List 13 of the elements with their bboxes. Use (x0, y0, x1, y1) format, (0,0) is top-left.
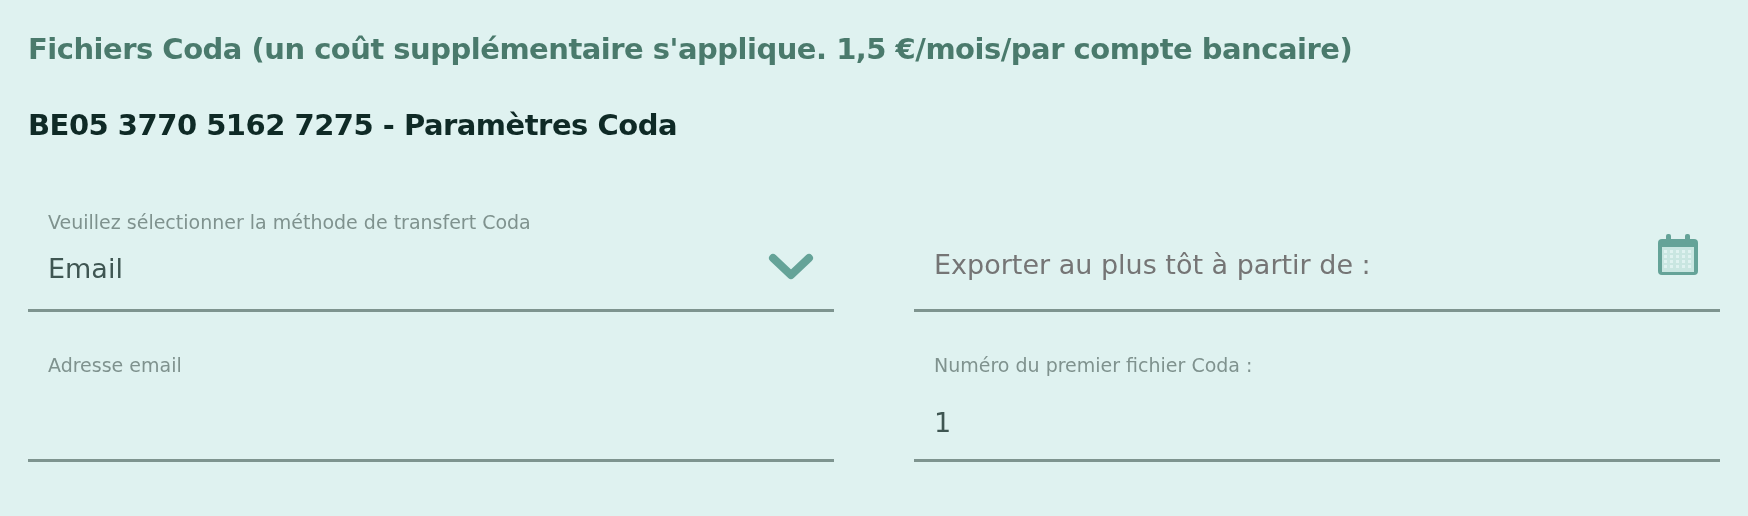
account-heading: BE05 3770 5162 7275 - Paramètres Coda (28, 106, 678, 144)
field-label: Veuillez sélectionner la méthode de transfert Coda (48, 210, 532, 235)
transfer-method-select[interactable]: Veuillez sélectionner la méthode de transfert Coda Email (28, 179, 834, 312)
field-label: Numéro du premier fichier Coda : (934, 352, 1254, 378)
date-field[interactable]: Exporter au plus tôt à partir de : (914, 179, 1720, 312)
chevron-down-icon (768, 253, 814, 281)
date-input: Exporter au plus tôt à partir de : (934, 244, 1648, 289)
field-value: 1 (934, 407, 952, 438)
select-value: Email (48, 251, 124, 286)
field-label: Adresse email (48, 352, 183, 378)
section-title: Fichiers Coda (un coût supplémentaire s'applique. 1,5 €/mois/par compte bancaire) (28, 31, 1354, 68)
calendar-icon[interactable] (1656, 233, 1700, 277)
text-field[interactable]: Numéro du premier fichier Coda : 1 (914, 312, 1720, 462)
